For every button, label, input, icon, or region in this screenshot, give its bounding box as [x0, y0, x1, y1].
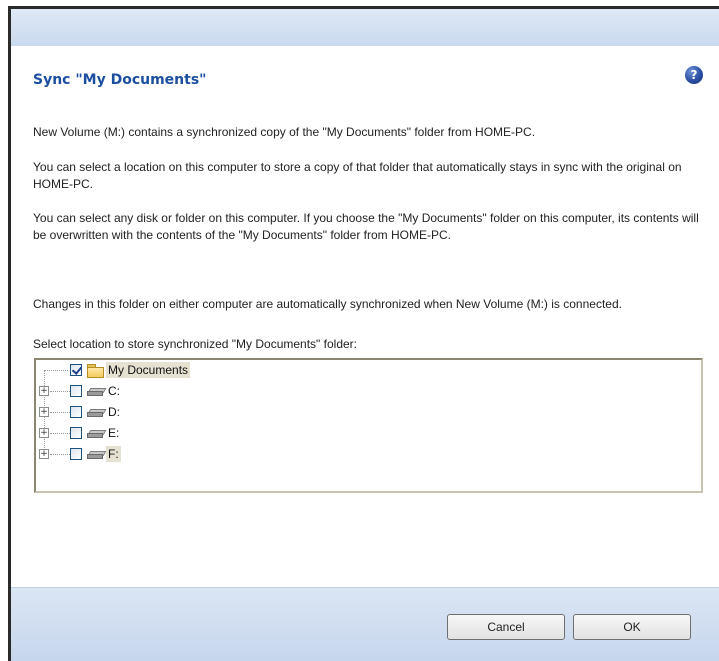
tree-connector: [50, 391, 70, 392]
drive-icon: [87, 451, 107, 459]
dialog-title: Sync "My Documents": [33, 72, 207, 88]
ok-button[interactable]: OK: [573, 614, 691, 640]
info-paragraph-4: Changes in this folder on either compute…: [33, 297, 622, 311]
checkbox-drive-f[interactable]: [70, 448, 82, 460]
sync-dialog: Sync "My Documents" ? New Volume (M:) co…: [8, 6, 719, 661]
tree-item-drive-d[interactable]: D:: [106, 404, 122, 420]
checkbox-drive-d[interactable]: [70, 406, 82, 418]
tree-item-my-documents[interactable]: My Documents: [106, 362, 191, 378]
expand-d-icon[interactable]: +: [39, 407, 49, 417]
checkbox-my-documents[interactable]: [70, 364, 82, 376]
expand-f-icon[interactable]: +: [39, 449, 49, 459]
checkbox-drive-c[interactable]: [70, 385, 82, 397]
location-tree[interactable]: My Documents + C: + D: + E: + F:: [34, 358, 703, 493]
tree-connector: [44, 370, 68, 371]
expand-c-icon[interactable]: +: [39, 386, 49, 396]
help-icon[interactable]: ?: [685, 66, 703, 84]
info-paragraph-1: New Volume (M:) contains a synchronized …: [33, 125, 536, 139]
folder-icon: [87, 364, 104, 378]
info-paragraph-2: You can select a location on this comput…: [33, 160, 682, 191]
dialog-footer: Cancel OK: [11, 587, 719, 661]
tree-connector: [50, 454, 70, 455]
cancel-button[interactable]: Cancel: [447, 614, 565, 640]
tree-connector: [50, 412, 70, 413]
dialog-content: Sync "My Documents" ? New Volume (M:) co…: [11, 46, 719, 588]
select-location-label: Select location to store synchronized "M…: [33, 337, 357, 351]
checkbox-drive-e[interactable]: [70, 427, 82, 439]
info-paragraph-3: You can select any disk or folder on thi…: [33, 211, 699, 242]
tree-item-drive-f[interactable]: F:: [106, 446, 121, 462]
drive-icon: [87, 430, 107, 438]
tree-item-drive-c[interactable]: C:: [106, 383, 122, 399]
drive-icon: [87, 409, 107, 417]
tree-connector: [50, 433, 70, 434]
tree-item-drive-e[interactable]: E:: [106, 425, 121, 441]
dialog-header-band: [11, 9, 719, 46]
expand-e-icon[interactable]: +: [39, 428, 49, 438]
drive-icon: [87, 388, 107, 396]
